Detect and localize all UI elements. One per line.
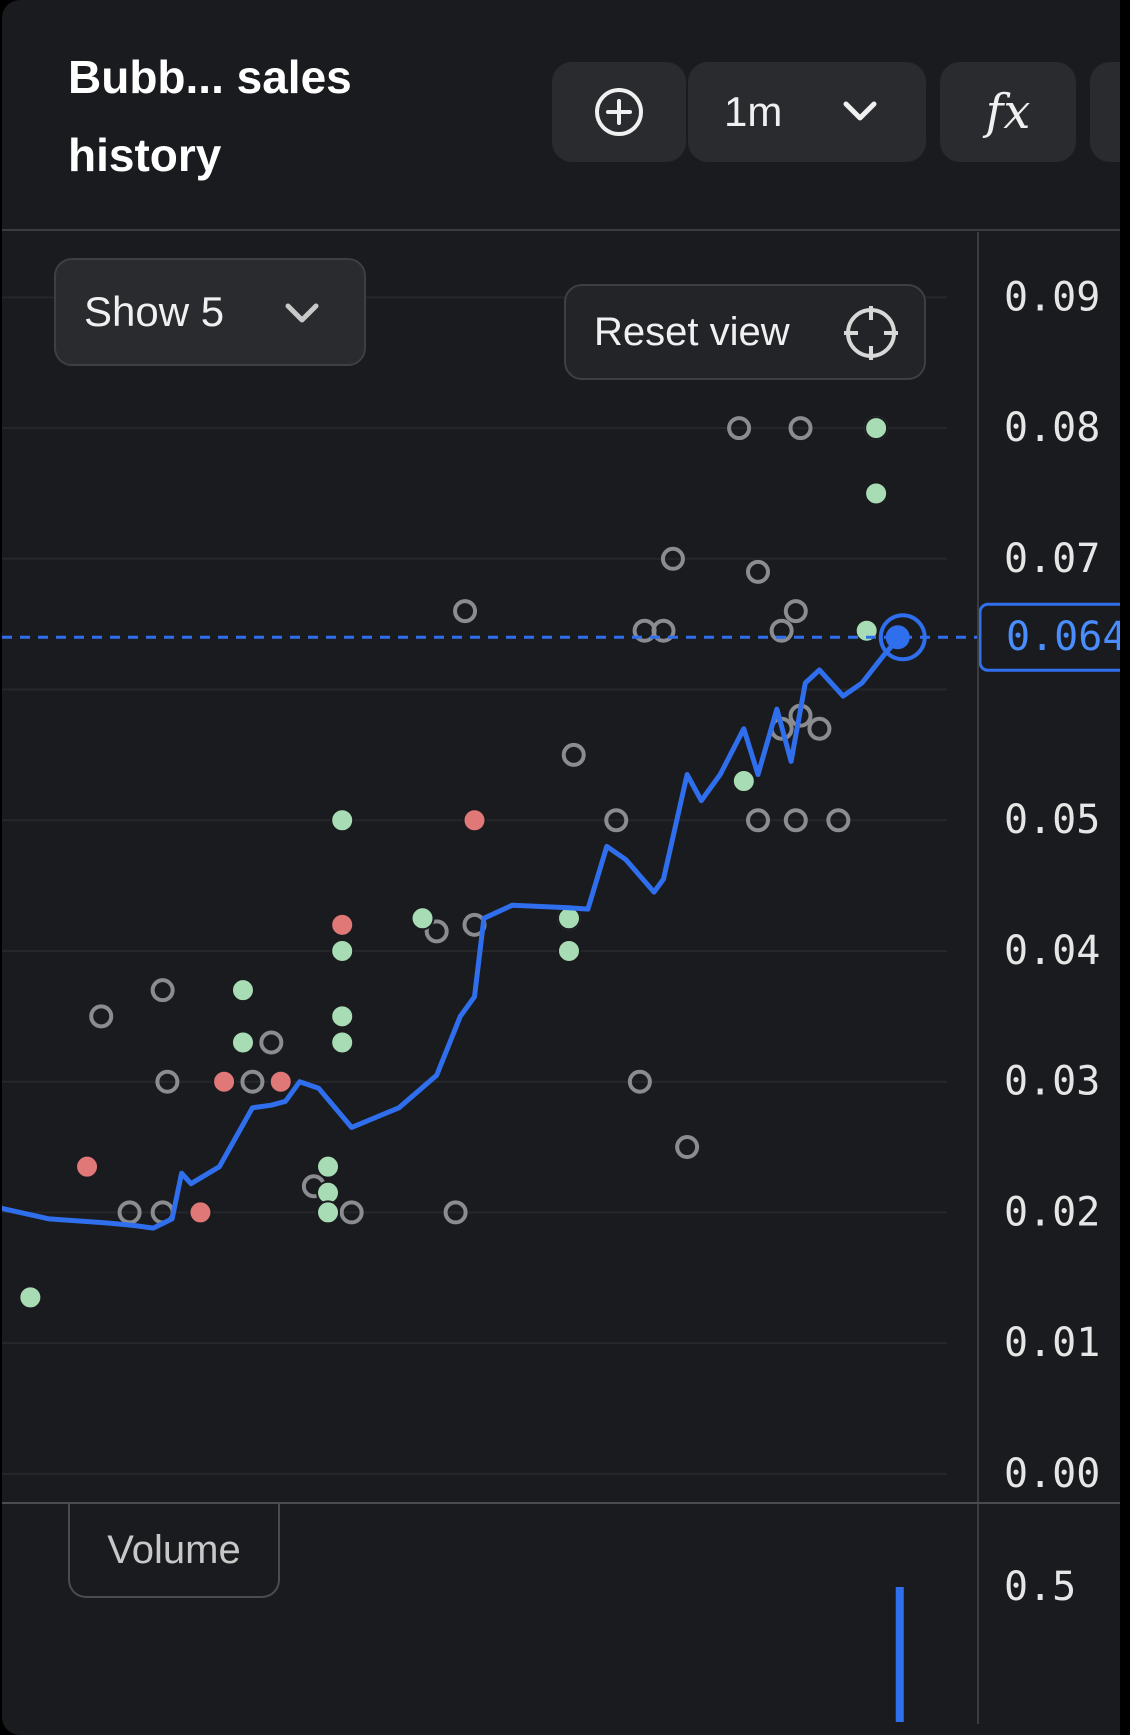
volume-axis-divider — [977, 1504, 979, 1724]
volume-tab-label: Volume — [107, 1527, 241, 1572]
sell-point — [212, 1069, 237, 1094]
current-price-label: 0.064 — [978, 602, 1120, 672]
listing-point — [89, 1004, 114, 1029]
current-price-dot — [885, 625, 910, 650]
listing-point — [807, 716, 832, 741]
buy-point — [230, 978, 255, 1003]
y-tick-label: 0.01 — [1004, 1320, 1100, 1366]
sell-point — [330, 912, 355, 937]
y-axis-ticks: 0.09 0.08 0.07 0.05 0.04 0.03 0.02 0.01 0.00 — [1004, 274, 1100, 1496]
current-price-text: 0.064 — [1006, 614, 1120, 660]
reset-view-button[interactable]: Reset view — [564, 284, 926, 380]
buy-point — [864, 416, 889, 441]
buy-point — [864, 481, 889, 506]
buy-point — [330, 938, 355, 963]
volume-chart: 0.5 — [895, 1564, 1076, 1722]
y-tick-label: 0.00 — [1004, 1451, 1100, 1497]
sell-point — [188, 1200, 213, 1225]
volume-tick-label: 0.5 — [1004, 1564, 1076, 1610]
listing-point — [259, 1030, 284, 1055]
buy-point — [330, 1004, 355, 1029]
y-tick-label: 0.08 — [1004, 405, 1100, 451]
y-tick-label: 0.09 — [1004, 274, 1100, 320]
y-axis-divider — [977, 232, 979, 1502]
buy-point — [557, 938, 581, 963]
sell-point — [75, 1154, 100, 1179]
listing-point — [746, 559, 770, 584]
listing-point — [561, 742, 586, 767]
listing-point — [453, 599, 478, 624]
grid-lines — [2, 296, 947, 1475]
volume-bar — [895, 1587, 904, 1722]
buy-points — [18, 416, 889, 1310]
sell-points — [75, 808, 487, 1225]
price-line — [2, 634, 903, 1231]
buy-point — [410, 906, 435, 931]
y-tick-label: 0.02 — [1004, 1189, 1100, 1235]
volume-tab[interactable]: Volume — [68, 1504, 280, 1598]
listing-point — [783, 599, 808, 624]
buy-point — [731, 769, 756, 794]
show-count-label: Show 5 — [84, 288, 225, 335]
y-tick-label: 0.03 — [1004, 1059, 1100, 1105]
y-tick-label: 0.05 — [1004, 797, 1100, 843]
buy-point — [316, 1154, 341, 1179]
chevron-down-icon — [285, 303, 319, 323]
y-tick-label: 0.07 — [1004, 536, 1100, 582]
sell-point — [268, 1069, 293, 1094]
buy-point — [330, 1030, 355, 1055]
buy-point — [316, 1200, 341, 1225]
buy-point — [230, 1030, 255, 1055]
crosshair-icon — [844, 306, 898, 360]
reset-view-label: Reset view — [594, 309, 790, 354]
show-count-dropdown[interactable]: Show 5 — [54, 258, 366, 366]
buy-point — [330, 808, 355, 833]
buy-point — [18, 1285, 43, 1310]
sell-point — [462, 808, 487, 833]
sales-history-panel: Bubb... sales history 1m fx 0.09 0.08 0.07… — [2, 0, 1120, 1735]
listing-point — [675, 1135, 700, 1160]
listing-point — [150, 978, 175, 1003]
y-tick-label: 0.04 — [1004, 928, 1100, 974]
